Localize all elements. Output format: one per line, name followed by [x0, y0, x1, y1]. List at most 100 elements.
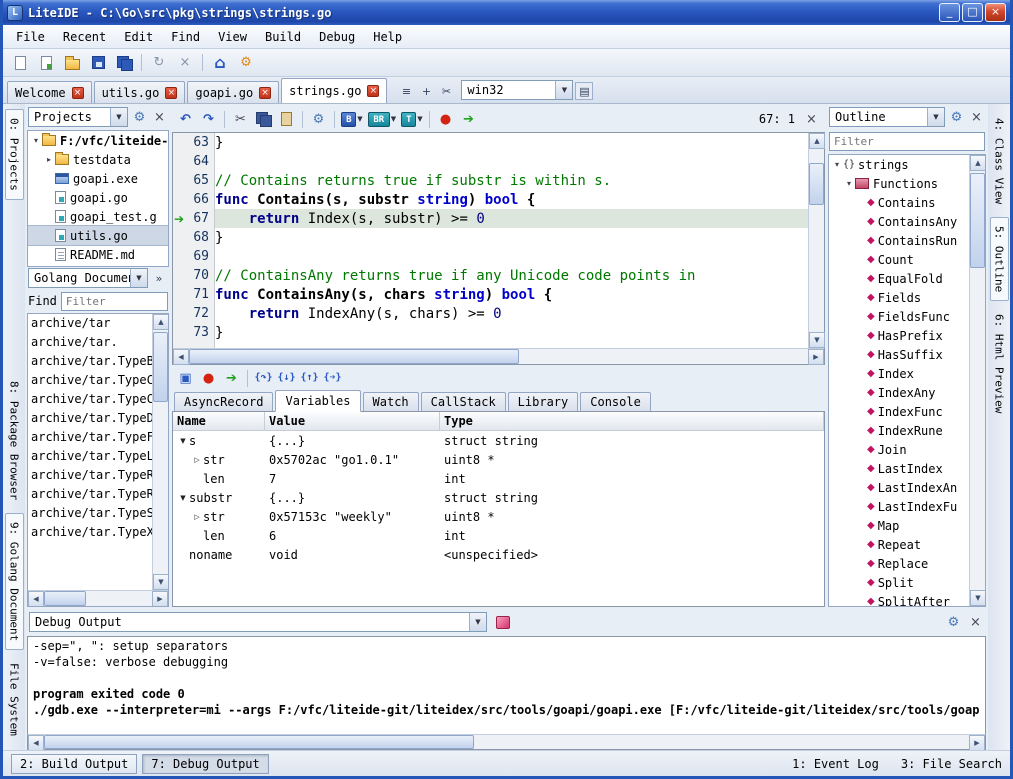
editor-hscrollbar[interactable]: ◀ ▶ — [173, 348, 824, 364]
chevron-down-icon[interactable]: ▼ — [927, 108, 944, 126]
scroll-up-icon[interactable]: ▲ — [809, 133, 825, 149]
clear-output-icon[interactable] — [492, 612, 513, 632]
scroll-thumb[interactable] — [809, 163, 824, 205]
outline-item-contains[interactable]: ◆Contains — [829, 193, 969, 212]
open-file-icon[interactable] — [34, 52, 58, 74]
outline-item-repeat[interactable]: ◆Repeat — [829, 535, 969, 554]
close-icon[interactable]: × — [985, 3, 1006, 22]
godoc-filter-input[interactable] — [61, 292, 168, 311]
godoc-item[interactable]: archive/tar.TypeRe — [28, 466, 152, 485]
project-item-goapi-exe[interactable]: goapi.exe — [28, 169, 168, 188]
outline-item-equalfold[interactable]: ◆EqualFold — [829, 269, 969, 288]
variable-row-noname-6[interactable]: nonamevoid<unspecified> — [173, 545, 824, 564]
overflow-chevron-icon[interactable]: » — [150, 269, 168, 287]
code-line-73[interactable]: } — [215, 323, 808, 342]
project-item-readme-md[interactable]: README.md — [28, 245, 168, 264]
godoc-item[interactable]: archive/tar.TypeXG — [28, 523, 152, 542]
options-icon[interactable]: ⚙ — [234, 52, 258, 74]
step-out-icon[interactable]: {↑} — [299, 368, 320, 388]
tab-close-icon[interactable]: × — [259, 87, 271, 99]
tree-arrow-icon[interactable]: ▼ — [177, 437, 189, 445]
tree-arrow-icon[interactable]: ▾ — [30, 136, 42, 145]
menu-item-edit[interactable]: Edit — [115, 27, 162, 47]
tab-close-icon[interactable]: × — [367, 85, 379, 97]
outline-item-lastindexfu[interactable]: ◆LastIndexFu — [829, 497, 969, 516]
godoc-item[interactable]: archive/tar. — [28, 333, 152, 352]
dock-tab-file-system[interactable]: File System — [5, 654, 24, 745]
status-debug-output-button[interactable]: 7: Debug Output — [142, 754, 268, 774]
new-file-icon[interactable] — [8, 52, 32, 74]
scroll-thumb[interactable] — [44, 591, 86, 606]
scroll-thumb[interactable] — [153, 332, 168, 402]
outline-item-replace[interactable]: ◆Replace — [829, 554, 969, 573]
godoc-item[interactable]: archive/tar — [28, 314, 152, 333]
status-event-log-button[interactable]: 1: Event Log — [792, 757, 879, 771]
debug-tab-callstack[interactable]: CallStack — [421, 392, 506, 411]
save-file-icon[interactable] — [86, 52, 110, 74]
editor-tab-welcome[interactable]: Welcome× — [7, 81, 92, 103]
scroll-down-icon[interactable]: ▼ — [809, 332, 825, 348]
debug-tab-variables[interactable]: Variables — [275, 390, 360, 412]
scroll-right-icon[interactable]: ▶ — [808, 349, 824, 365]
menu-item-view[interactable]: View — [209, 27, 256, 47]
home-icon[interactable]: ⌂ — [208, 52, 232, 74]
undo-icon[interactable]: ↶ — [175, 109, 196, 129]
godoc-item[interactable]: archive/tar.TypeCh — [28, 371, 152, 390]
variable-row-substr-3[interactable]: ▼substr{...}struct string — [173, 488, 824, 507]
code-line-69[interactable] — [215, 247, 808, 266]
scroll-left-icon[interactable]: ◀ — [28, 591, 44, 607]
editor-tab-strings-go[interactable]: strings.go× — [281, 78, 387, 103]
variable-row-str-4[interactable]: ▷str0x57153c "weekly"uint8 * — [173, 507, 824, 526]
scroll-down-icon[interactable]: ▼ — [153, 574, 169, 590]
target-options-icon[interactable]: ▤ — [575, 82, 593, 100]
continue-icon[interactable]: ➔ — [221, 368, 242, 388]
chevron-down-icon[interactable]: ▼ — [555, 81, 572, 99]
close-panel-icon[interactable]: × — [968, 109, 985, 126]
godoc-item[interactable]: archive/tar.TypeSy — [28, 504, 152, 523]
debug-output-combo[interactable]: Debug Output ▼ — [29, 612, 487, 632]
outline-item-split[interactable]: ◆Split — [829, 573, 969, 592]
gear-icon[interactable]: ⚙ — [308, 109, 329, 129]
godoc-combo[interactable]: Golang Document ▼ — [28, 268, 148, 288]
scroll-track[interactable] — [809, 149, 824, 332]
outline-item-indexany[interactable]: ◆IndexAny — [829, 383, 969, 402]
variable-row-len-2[interactable]: len7int — [173, 469, 824, 488]
godoc-item[interactable]: archive/tar.TypeLin — [28, 447, 152, 466]
debug-tab-watch[interactable]: Watch — [363, 392, 419, 411]
status-build-output-button[interactable]: 2: Build Output — [11, 754, 137, 774]
scroll-thumb[interactable] — [970, 173, 985, 268]
scroll-left-icon[interactable]: ◀ — [173, 349, 189, 365]
project-item-goapi-go[interactable]: goapi.go — [28, 188, 168, 207]
save-all-icon[interactable] — [112, 52, 136, 74]
minimize-icon[interactable]: _ — [939, 3, 960, 22]
close-panel-icon[interactable]: × — [967, 614, 984, 631]
dock-tab-0-projects[interactable]: 0: Projects — [5, 109, 24, 200]
code-line-68[interactable]: } — [215, 228, 808, 247]
editor-tab-utils-go[interactable]: utils.go× — [94, 81, 186, 103]
build-run-icon[interactable]: BR▼ — [366, 108, 398, 130]
step-over-icon[interactable]: {↷} — [253, 368, 274, 388]
editor-code[interactable]: } // Contains returns true if substr is w… — [215, 133, 808, 348]
column-value[interactable]: Value — [265, 412, 440, 430]
tab-list-icon[interactable]: ≡ — [397, 82, 415, 100]
scroll-track[interactable] — [970, 171, 985, 590]
run-to-cursor-icon[interactable]: {➔} — [322, 368, 343, 388]
outline-item-join[interactable]: ◆Join — [829, 440, 969, 459]
code-line-64[interactable] — [215, 152, 808, 171]
close-all-tabs-icon[interactable]: ✂ — [437, 82, 455, 100]
scroll-thumb[interactable] — [189, 349, 519, 364]
debug-tab-library[interactable]: Library — [508, 392, 579, 411]
paste-icon[interactable] — [276, 109, 297, 129]
scroll-left-icon[interactable]: ◀ — [28, 735, 44, 751]
scroll-down-icon[interactable]: ▼ — [970, 590, 986, 606]
editor-tab-goapi-go[interactable]: goapi.go× — [187, 81, 279, 103]
code-line-65[interactable]: // Contains returns true if substr is wi… — [215, 171, 808, 190]
stop-debug-icon[interactable]: ▣ — [175, 368, 196, 388]
menu-item-recent[interactable]: Recent — [54, 27, 115, 47]
code-line-66[interactable]: func Contains(s, substr string) bool { — [215, 190, 808, 209]
scroll-track[interactable] — [44, 735, 969, 749]
variable-row-str-1[interactable]: ▷str0x5702ac "go1.0.1"uint8 * — [173, 450, 824, 469]
code-line-67[interactable]: return Index(s, substr) >= 0 — [215, 209, 808, 228]
editor-vscrollbar[interactable]: ▲ ▼ — [808, 133, 824, 348]
column-name[interactable]: Name — [173, 412, 265, 430]
